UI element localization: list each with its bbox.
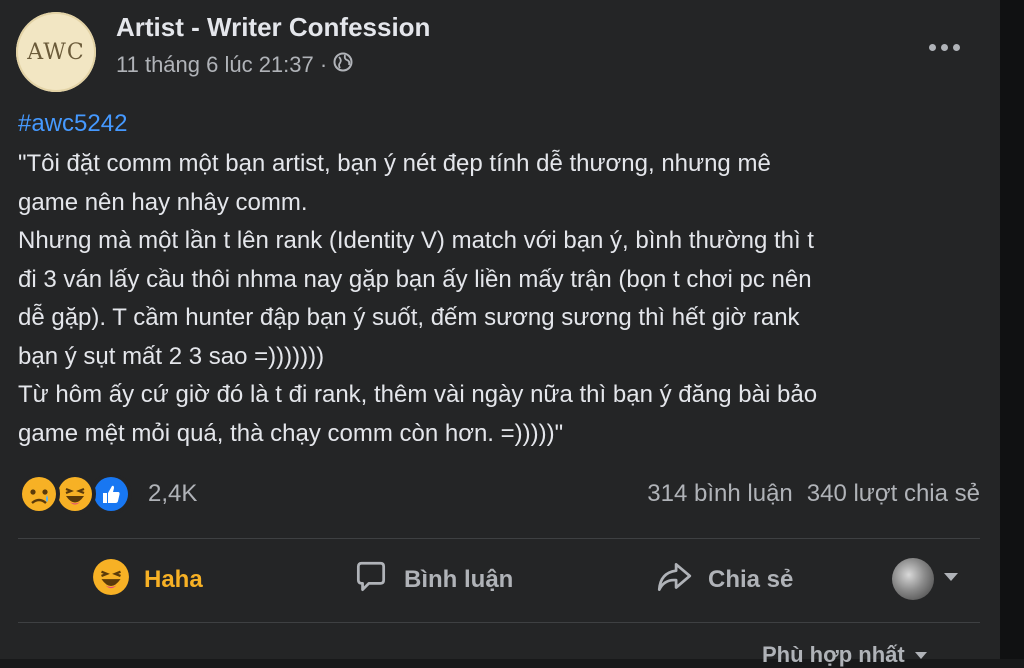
chevron-down-icon xyxy=(913,642,929,668)
globe-icon xyxy=(333,52,353,78)
share-count-link[interactable]: 340 lượt chia sẻ xyxy=(807,480,980,508)
more-icon xyxy=(928,43,936,51)
post-text-line: game nên hay nhây comm. xyxy=(18,188,308,216)
profile-switch-button[interactable] xyxy=(892,558,960,600)
reactions-summary[interactable]: 2,4K xyxy=(18,472,197,516)
hashtag-link[interactable]: #awc5242 xyxy=(18,110,127,138)
chevron-down-icon xyxy=(942,570,960,588)
post-card: AWC Artist - Writer Confession 11 tháng … xyxy=(0,0,1000,667)
like-icon xyxy=(90,473,132,515)
post-text-line: dễ gặp). T cầm hunter đập bạn ý suốt, đế… xyxy=(18,304,800,331)
haha-reaction-button[interactable]: Haha xyxy=(92,552,203,608)
haha-icon xyxy=(54,473,96,515)
share-icon xyxy=(654,558,694,603)
more-icon-dot xyxy=(952,43,960,51)
reaction-count: 2,4K xyxy=(148,480,198,507)
sort-label: Phù hợp nhất xyxy=(762,642,905,667)
haha-label: Haha xyxy=(144,566,203,593)
post-text-line: Từ hôm ấy cứ giờ đó là t đi rank, thêm v… xyxy=(18,381,818,408)
post-text-line: bạn ý sụt mất 2 3 sao =))))))) xyxy=(18,342,325,370)
avatar xyxy=(892,558,934,600)
page-avatar[interactable]: AWC xyxy=(16,12,96,92)
comment-icon xyxy=(352,558,390,603)
avatar-logo-text: AWC xyxy=(27,39,85,65)
post-text-line: đi 3 ván lấy cầu thôi nhma nay gặp bạn ấ… xyxy=(18,265,812,293)
post-stats: 314 bình luận 340 lượt chia sẻ xyxy=(647,480,980,508)
haha-icon xyxy=(92,558,130,603)
page-name-link[interactable]: Artist - Writer Confession xyxy=(116,12,430,43)
comment-button[interactable]: Bình luận xyxy=(352,552,513,608)
more-options-button[interactable] xyxy=(918,30,970,64)
comment-label: Bình luận xyxy=(404,566,514,593)
post-text-line: "Tôi đặt comm một bạn artist, bạn ý nét … xyxy=(18,150,771,177)
comment-sort-dropdown[interactable]: Phù hợp nhất xyxy=(762,642,929,668)
sad-icon xyxy=(18,473,60,515)
window-edge xyxy=(1000,0,1024,659)
post-text-line: Nhưng mà một lần t lên rank (Identity V)… xyxy=(18,227,814,254)
divider xyxy=(18,538,980,539)
share-button[interactable]: Chia sẻ xyxy=(654,552,793,608)
post-text-line: game mệt mỏi quá, thà chạy comm còn hơn.… xyxy=(18,419,564,447)
post-meta: 11 tháng 6 lúc 21:37 · xyxy=(116,52,353,78)
post-text: "Tôi đặt comm một bạn artist, bạn ý nét … xyxy=(18,145,986,453)
more-icon-dot xyxy=(940,43,948,51)
share-label: Chia sẻ xyxy=(708,566,794,593)
post-timestamp[interactable]: 11 tháng 6 lúc 21:37 · xyxy=(116,52,327,78)
divider xyxy=(18,622,980,623)
comment-count-link[interactable]: 314 bình luận xyxy=(647,480,792,508)
